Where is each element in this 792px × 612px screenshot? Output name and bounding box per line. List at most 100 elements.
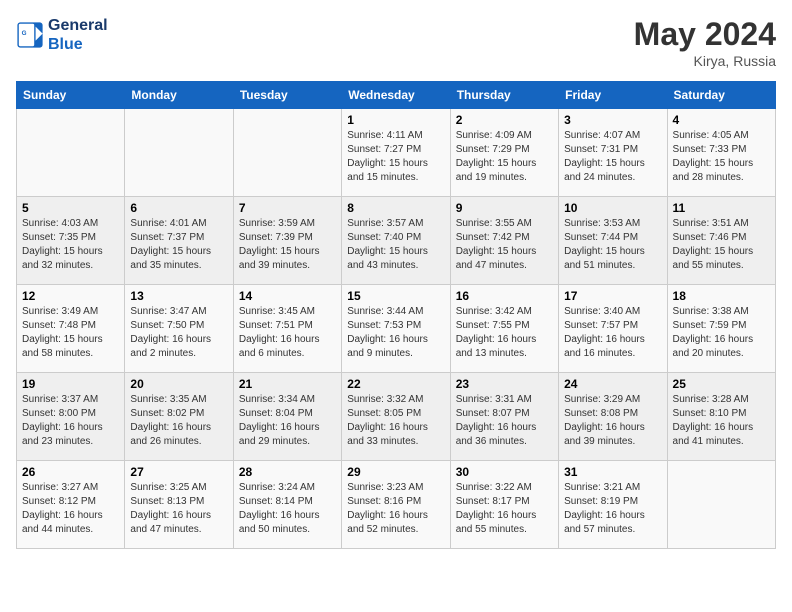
calendar-cell: 25 Sunrise: 3:28 AM Sunset: 8:10 PM Dayli… — [667, 373, 775, 461]
day-number: 27 — [130, 465, 227, 479]
calendar-cell: 10Sunrise: 3:53 AM Sunset: 7:44 PM Dayli… — [559, 197, 667, 285]
location: Kirya, Russia — [634, 53, 776, 69]
day-info: Sunrise: 3:49 AM Sunset: 7:48 PM Dayligh… — [22, 305, 119, 361]
day-number: 31 — [564, 465, 661, 479]
calendar-cell: 29Sunrise: 3:23 AM Sunset: 8:16 PM Dayli… — [342, 461, 450, 549]
calendar-cell: 21 Sunrise: 3:34 AM Sunset: 8:04 PM Dayli… — [233, 373, 341, 461]
calendar-cell: 18 Sunrise: 3:38 AM Sunset: 7:59 PM Dayli… — [667, 285, 775, 373]
calendar-cell: 31 Sunrise: 3:21 AM Sunset: 8:19 PM Dayli… — [559, 461, 667, 549]
day-number: 4 — [673, 113, 770, 127]
day-info: Sunrise: 3:45 AM Sunset: 7:51 PM Dayligh… — [239, 305, 336, 361]
calendar-cell: 19 Sunrise: 3:37 AM Sunset: 8:00 PM Dayli… — [17, 373, 125, 461]
day-number: 6 — [130, 201, 227, 215]
day-number: 13 — [130, 289, 227, 303]
day-info: Sunrise: 3:24 AM Sunset: 8:14 PM Dayligh… — [239, 481, 336, 537]
day-info: Sunrise: 3:47 AM Sunset: 7:50 PM Dayligh… — [130, 305, 227, 361]
day-number: 28 — [239, 465, 336, 479]
calendar-cell: 2Sunrise: 4:09 AM Sunset: 7:29 PM Daylig… — [450, 109, 558, 197]
calendar-week-row: 5Sunrise: 4:03 AM Sunset: 7:35 PM Daylig… — [17, 197, 776, 285]
page-header: G General Blue May 2024 Kirya, Russia — [16, 16, 776, 69]
calendar-cell: 13 Sunrise: 3:47 AM Sunset: 7:50 PM Dayli… — [125, 285, 233, 373]
calendar-cell: 8 Sunrise: 3:57 AM Sunset: 7:40 PM Daylig… — [342, 197, 450, 285]
calendar-cell — [17, 109, 125, 197]
calendar-cell: 26 Sunrise: 3:27 AM Sunset: 8:12 PM Dayli… — [17, 461, 125, 549]
calendar-cell: 12 Sunrise: 3:49 AM Sunset: 7:48 PM Dayli… — [17, 285, 125, 373]
day-info: Sunrise: 3:23 AM Sunset: 8:16 PM Dayligh… — [347, 481, 444, 537]
calendar-cell — [667, 461, 775, 549]
calendar-table: SundayMondayTuesdayWednesdayThursdayFrid… — [16, 81, 776, 549]
day-number: 3 — [564, 113, 661, 127]
day-info: Sunrise: 4:01 AM Sunset: 7:37 PM Dayligh… — [130, 217, 227, 273]
day-info: Sunrise: 3:40 AM Sunset: 7:57 PM Dayligh… — [564, 305, 661, 361]
day-info: Sunrise: 3:57 AM Sunset: 7:40 PM Dayligh… — [347, 217, 444, 273]
day-info: Sunrise: 3:51 AM Sunset: 7:46 PM Dayligh… — [673, 217, 770, 273]
day-number: 16 — [456, 289, 553, 303]
calendar-cell: 28 Sunrise: 3:24 AM Sunset: 8:14 PM Dayli… — [233, 461, 341, 549]
calendar-cell: 20Sunrise: 3:35 AM Sunset: 8:02 PM Dayli… — [125, 373, 233, 461]
month-title: May 2024 — [634, 16, 776, 53]
day-info: Sunrise: 3:42 AM Sunset: 7:55 PM Dayligh… — [456, 305, 553, 361]
day-number: 19 — [22, 377, 119, 391]
day-number: 25 — [673, 377, 770, 391]
logo-icon: G — [16, 21, 44, 49]
day-number: 18 — [673, 289, 770, 303]
weekday-header-tuesday: Tuesday — [233, 82, 341, 109]
day-number: 30 — [456, 465, 553, 479]
day-number: 1 — [347, 113, 444, 127]
day-number: 26 — [22, 465, 119, 479]
day-number: 8 — [347, 201, 444, 215]
calendar-cell: 14Sunrise: 3:45 AM Sunset: 7:51 PM Dayli… — [233, 285, 341, 373]
weekday-header-wednesday: Wednesday — [342, 82, 450, 109]
day-info: Sunrise: 3:38 AM Sunset: 7:59 PM Dayligh… — [673, 305, 770, 361]
calendar-cell: 23 Sunrise: 3:31 AM Sunset: 8:07 PM Dayli… — [450, 373, 558, 461]
weekday-header-friday: Friday — [559, 82, 667, 109]
calendar-cell — [233, 109, 341, 197]
calendar-week-row: 19 Sunrise: 3:37 AM Sunset: 8:00 PM Dayli… — [17, 373, 776, 461]
day-info: Sunrise: 3:21 AM Sunset: 8:19 PM Dayligh… — [564, 481, 661, 537]
day-info: Sunrise: 3:31 AM Sunset: 8:07 PM Dayligh… — [456, 393, 553, 449]
svg-text:G: G — [22, 30, 27, 37]
day-info: Sunrise: 3:29 AM Sunset: 8:08 PM Dayligh… — [564, 393, 661, 449]
day-info: Sunrise: 3:55 AM Sunset: 7:42 PM Dayligh… — [456, 217, 553, 273]
logo: G General Blue — [16, 16, 108, 54]
day-number: 15 — [347, 289, 444, 303]
weekday-header-monday: Monday — [125, 82, 233, 109]
day-info: Sunrise: 4:05 AM Sunset: 7:33 PM Dayligh… — [673, 129, 770, 185]
calendar-cell: 11 Sunrise: 3:51 AM Sunset: 7:46 PM Dayli… — [667, 197, 775, 285]
weekday-header-row: SundayMondayTuesdayWednesdayThursdayFrid… — [17, 82, 776, 109]
calendar-cell: 27 Sunrise: 3:25 AM Sunset: 8:13 PM Dayli… — [125, 461, 233, 549]
calendar-cell: 1 Sunrise: 4:11 AM Sunset: 7:27 PM Daylig… — [342, 109, 450, 197]
calendar-cell: 5Sunrise: 4:03 AM Sunset: 7:35 PM Daylig… — [17, 197, 125, 285]
title-block: May 2024 Kirya, Russia — [634, 16, 776, 69]
calendar-cell: 4 Sunrise: 4:05 AM Sunset: 7:33 PM Daylig… — [667, 109, 775, 197]
day-info: Sunrise: 4:07 AM Sunset: 7:31 PM Dayligh… — [564, 129, 661, 185]
day-info: Sunrise: 3:28 AM Sunset: 8:10 PM Dayligh… — [673, 393, 770, 449]
day-number: 21 — [239, 377, 336, 391]
day-info: Sunrise: 3:53 AM Sunset: 7:44 PM Dayligh… — [564, 217, 661, 273]
weekday-header-thursday: Thursday — [450, 82, 558, 109]
day-info: Sunrise: 3:25 AM Sunset: 8:13 PM Dayligh… — [130, 481, 227, 537]
day-info: Sunrise: 3:37 AM Sunset: 8:00 PM Dayligh… — [22, 393, 119, 449]
day-number: 9 — [456, 201, 553, 215]
day-number: 11 — [673, 201, 770, 215]
day-number: 17 — [564, 289, 661, 303]
calendar-week-row: 1 Sunrise: 4:11 AM Sunset: 7:27 PM Daylig… — [17, 109, 776, 197]
calendar-week-row: 12 Sunrise: 3:49 AM Sunset: 7:48 PM Dayli… — [17, 285, 776, 373]
calendar-cell: 7 Sunrise: 3:59 AM Sunset: 7:39 PM Daylig… — [233, 197, 341, 285]
day-number: 2 — [456, 113, 553, 127]
day-info: Sunrise: 4:11 AM Sunset: 7:27 PM Dayligh… — [347, 129, 444, 185]
calendar-cell: 3 Sunrise: 4:07 AM Sunset: 7:31 PM Daylig… — [559, 109, 667, 197]
day-number: 12 — [22, 289, 119, 303]
day-info: Sunrise: 3:32 AM Sunset: 8:05 PM Dayligh… — [347, 393, 444, 449]
day-info: Sunrise: 3:59 AM Sunset: 7:39 PM Dayligh… — [239, 217, 336, 273]
day-info: Sunrise: 3:44 AM Sunset: 7:53 PM Dayligh… — [347, 305, 444, 361]
day-number: 7 — [239, 201, 336, 215]
day-info: Sunrise: 4:03 AM Sunset: 7:35 PM Dayligh… — [22, 217, 119, 273]
calendar-cell — [125, 109, 233, 197]
day-info: Sunrise: 3:34 AM Sunset: 8:04 PM Dayligh… — [239, 393, 336, 449]
day-info: Sunrise: 3:27 AM Sunset: 8:12 PM Dayligh… — [22, 481, 119, 537]
weekday-header-saturday: Saturday — [667, 82, 775, 109]
day-number: 23 — [456, 377, 553, 391]
calendar-cell: 16 Sunrise: 3:42 AM Sunset: 7:55 PM Dayli… — [450, 285, 558, 373]
calendar-cell: 9 Sunrise: 3:55 AM Sunset: 7:42 PM Daylig… — [450, 197, 558, 285]
